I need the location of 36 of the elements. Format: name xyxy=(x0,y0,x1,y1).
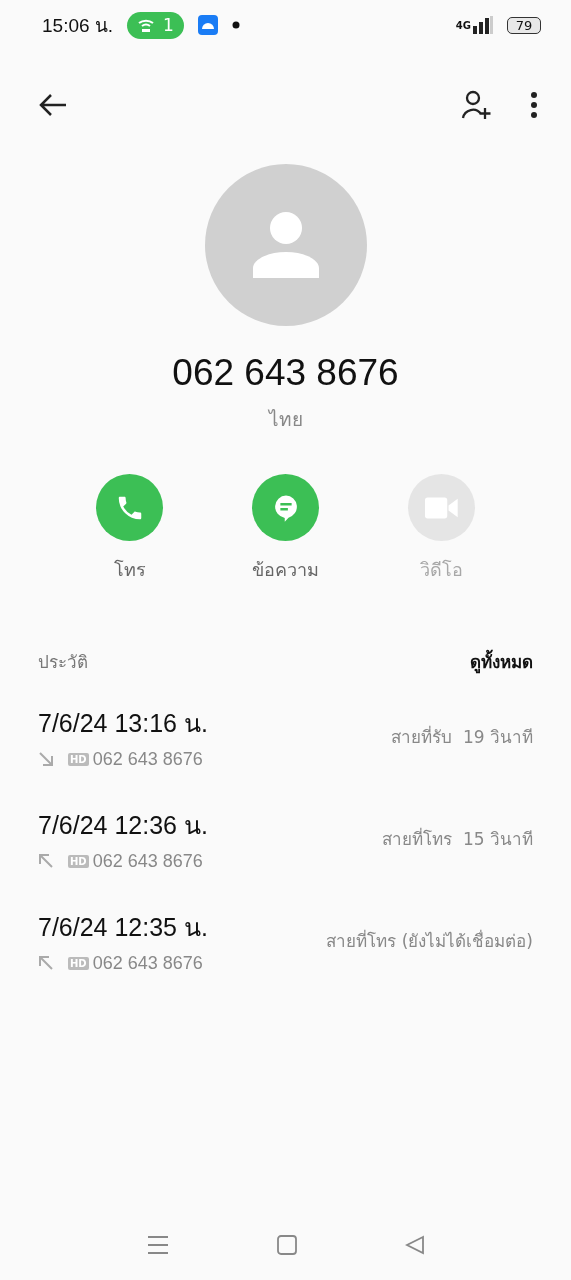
back-arrow-icon xyxy=(38,93,68,117)
arrow-up-left-icon xyxy=(38,955,54,971)
call-number: 062 643 8676 xyxy=(92,952,203,974)
contact-action-button[interactable]: ข้อความ xyxy=(235,474,336,584)
android-app-icon xyxy=(197,15,218,35)
square-icon xyxy=(276,1235,297,1255)
call-info: สายที่โทร 15 วินาที xyxy=(382,826,533,851)
view-all-link[interactable]: ดูทั้งหมด xyxy=(470,648,533,675)
menu-icon xyxy=(146,1235,169,1255)
call-info: สายที่โทร (ยังไม่ได้เชื่อมต่อ) xyxy=(326,928,533,953)
hd-badge: HD xyxy=(68,854,89,868)
clock-time: 15:06 น. xyxy=(42,14,114,38)
add-person-icon xyxy=(461,90,493,120)
network-type: 4G xyxy=(455,19,471,31)
history-title: ประวัติ xyxy=(38,651,88,674)
phone-number: 062 643 8676 xyxy=(171,352,400,394)
signal-icon xyxy=(473,16,493,34)
contact-action-button[interactable]: โทร xyxy=(79,474,180,584)
triangle-back-icon xyxy=(404,1235,425,1255)
person-silhouette-icon xyxy=(250,210,321,280)
arrow-up-left-icon xyxy=(38,853,54,869)
call-info: สายที่รับ 19 วินาที xyxy=(391,724,533,749)
call-datetime: 7/6/24 12:35 น. xyxy=(38,911,208,943)
hd-badge: HD xyxy=(68,752,89,766)
country-label: ไทย xyxy=(267,407,304,432)
notification-dot-icon xyxy=(231,21,240,29)
more-vertical-icon xyxy=(531,92,537,118)
call-datetime: 7/6/24 13:16 น. xyxy=(38,707,208,739)
hotspot-icon xyxy=(137,17,156,33)
battery-level: 79 xyxy=(507,16,541,34)
hotspot-badge: 1 xyxy=(127,11,184,39)
call-number: 062 643 8676 xyxy=(92,748,203,770)
arrow-down-right-icon xyxy=(38,751,54,767)
call-datetime: 7/6/24 12:36 น. xyxy=(38,809,208,841)
hd-badge: HD xyxy=(68,956,89,970)
call-number: 062 643 8676 xyxy=(92,850,203,872)
